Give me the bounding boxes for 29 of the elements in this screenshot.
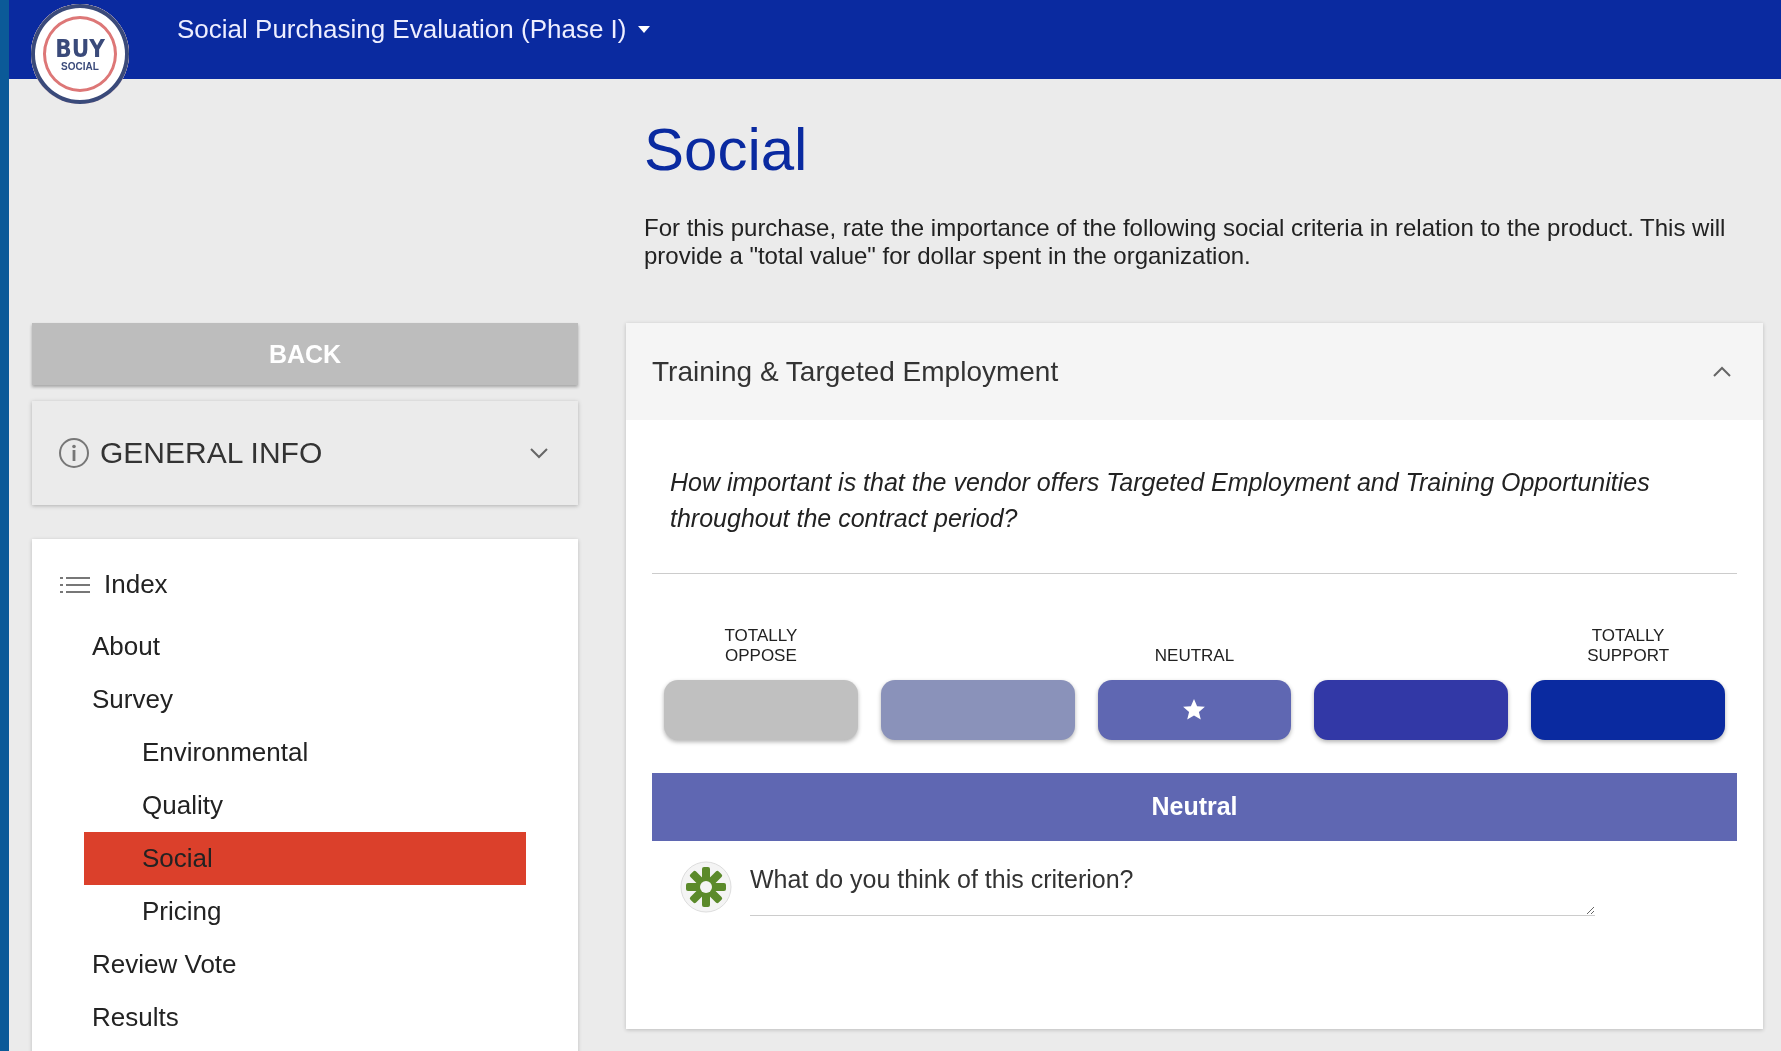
rating-button[interactable] — [1314, 679, 1509, 740]
scale-label: NEUTRAL — [1154, 645, 1235, 666]
rating-button[interactable] — [1531, 679, 1725, 740]
result-bar: Neutral — [652, 772, 1737, 841]
nav-item[interactable]: Results — [60, 991, 526, 1044]
nav-item[interactable]: Review Vote — [60, 938, 526, 991]
project-dropdown[interactable]: Social Purchasing Evaluation (Phase I) — [177, 14, 651, 45]
general-info-panel[interactable]: GENERAL INFO — [32, 401, 578, 505]
rating-button[interactable] — [1097, 679, 1292, 740]
logo-text: BUY — [55, 36, 105, 61]
info-icon — [58, 437, 90, 469]
avatar-icon — [680, 861, 732, 914]
nav-item[interactable]: Social — [84, 832, 526, 885]
nav-item[interactable]: Survey — [60, 673, 526, 726]
scale-label: TOTALLY SUPPORT — [1586, 625, 1670, 666]
logo-text: SOCIAL — [61, 60, 99, 72]
scale-label: TOTALLY OPPOSE — [723, 625, 799, 666]
nav-item[interactable]: Pricing — [60, 885, 526, 938]
nav-item[interactable]: About — [60, 620, 526, 673]
page-title: Social — [644, 115, 809, 184]
caret-icon — [638, 26, 651, 33]
star-icon — [1182, 697, 1207, 722]
nav-item[interactable]: Environmental — [60, 726, 526, 779]
criterion-header[interactable]: Training & Targeted Employment — [626, 323, 1763, 421]
nav-item[interactable]: Quality — [60, 779, 526, 832]
page-description: For this purchase, rate the importance of the following social criteria in relation to the product. This will provide a "total value" for dollar spent in the organization. — [644, 214, 1727, 270]
question-text: How important is that the vendor offers Targeted Employment and Training Opportunities throughout the contract period? — [670, 467, 1651, 535]
index-title: Index — [104, 569, 168, 600]
list-icon — [60, 574, 90, 595]
